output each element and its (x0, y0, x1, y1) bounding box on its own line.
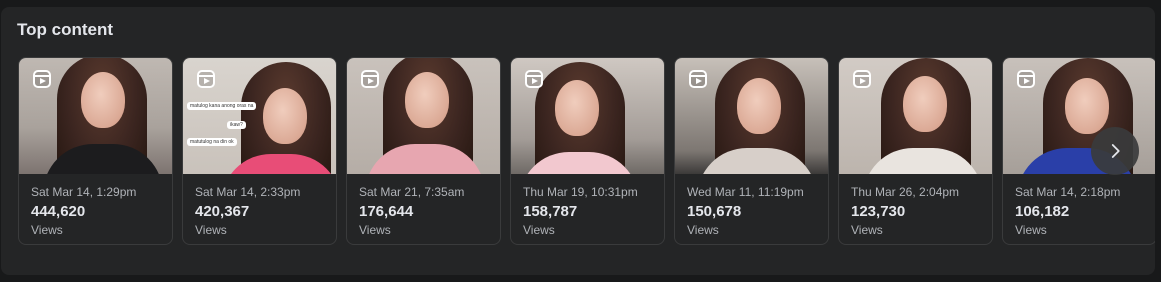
top-content-panel: Top content Sat Mar 14, 1:29pm 444,620 V… (1, 7, 1155, 275)
views-label: Views (851, 223, 883, 237)
post-date: Sat Mar 14, 2:18pm (1015, 185, 1121, 199)
views-label: Views (195, 223, 227, 237)
content-card[interactable]: Wed Mar 11, 11:19pm 150,678 Views (674, 57, 829, 245)
video-thumbnail[interactable]: matulog kana anong oras na ikaw? matutul… (183, 58, 336, 174)
post-date: Thu Mar 26, 2:04pm (851, 185, 960, 199)
post-date: Sat Mar 21, 7:35am (359, 185, 465, 199)
reel-icon (197, 70, 215, 88)
view-count: 158,787 (523, 203, 578, 220)
reel-icon (525, 70, 543, 88)
post-date: Sat Mar 14, 2:33pm (195, 185, 301, 199)
view-count: 444,620 (31, 203, 86, 220)
view-count: 150,678 (687, 203, 742, 220)
view-count: 420,367 (195, 203, 250, 220)
content-card[interactable]: Sat Mar 21, 7:35am 176,644 Views (346, 57, 501, 245)
reel-icon (361, 70, 379, 88)
content-carousel: Sat Mar 14, 1:29pm 444,620 Views matulog… (1, 7, 1155, 275)
views-label: Views (1015, 223, 1047, 237)
reel-icon (1017, 70, 1035, 88)
views-label: Views (31, 223, 63, 237)
overlay-text: ikaw? (227, 121, 246, 129)
overlay-text: matulog kana anong oras na (187, 102, 257, 110)
view-count: 176,644 (359, 203, 414, 220)
reel-icon (853, 70, 871, 88)
content-card[interactable]: Thu Mar 19, 10:31pm 158,787 Views (510, 57, 665, 245)
post-date: Wed Mar 11, 11:19pm (687, 185, 804, 199)
content-card[interactable]: Sat Mar 14, 1:29pm 444,620 Views (18, 57, 173, 245)
view-count: 123,730 (851, 203, 906, 220)
views-label: Views (523, 223, 555, 237)
reel-icon (689, 70, 707, 88)
video-thumbnail[interactable] (675, 58, 828, 174)
post-date: Thu Mar 19, 10:31pm (523, 185, 638, 199)
video-thumbnail[interactable] (347, 58, 500, 174)
views-label: Views (359, 223, 391, 237)
reel-icon (33, 70, 51, 88)
overlay-text: matutulog na din ok (187, 138, 237, 146)
carousel-next-button[interactable] (1091, 127, 1139, 175)
view-count: 106,182 (1015, 203, 1070, 220)
chevron-right-icon (1111, 144, 1120, 158)
video-thumbnail[interactable] (19, 58, 172, 174)
video-thumbnail[interactable] (511, 58, 664, 174)
content-card[interactable]: Thu Mar 26, 2:04pm 123,730 Views (838, 57, 993, 245)
content-card[interactable]: matulog kana anong oras na ikaw? matutul… (182, 57, 337, 245)
views-label: Views (687, 223, 719, 237)
video-thumbnail[interactable] (839, 58, 992, 174)
post-date: Sat Mar 14, 1:29pm (31, 185, 137, 199)
